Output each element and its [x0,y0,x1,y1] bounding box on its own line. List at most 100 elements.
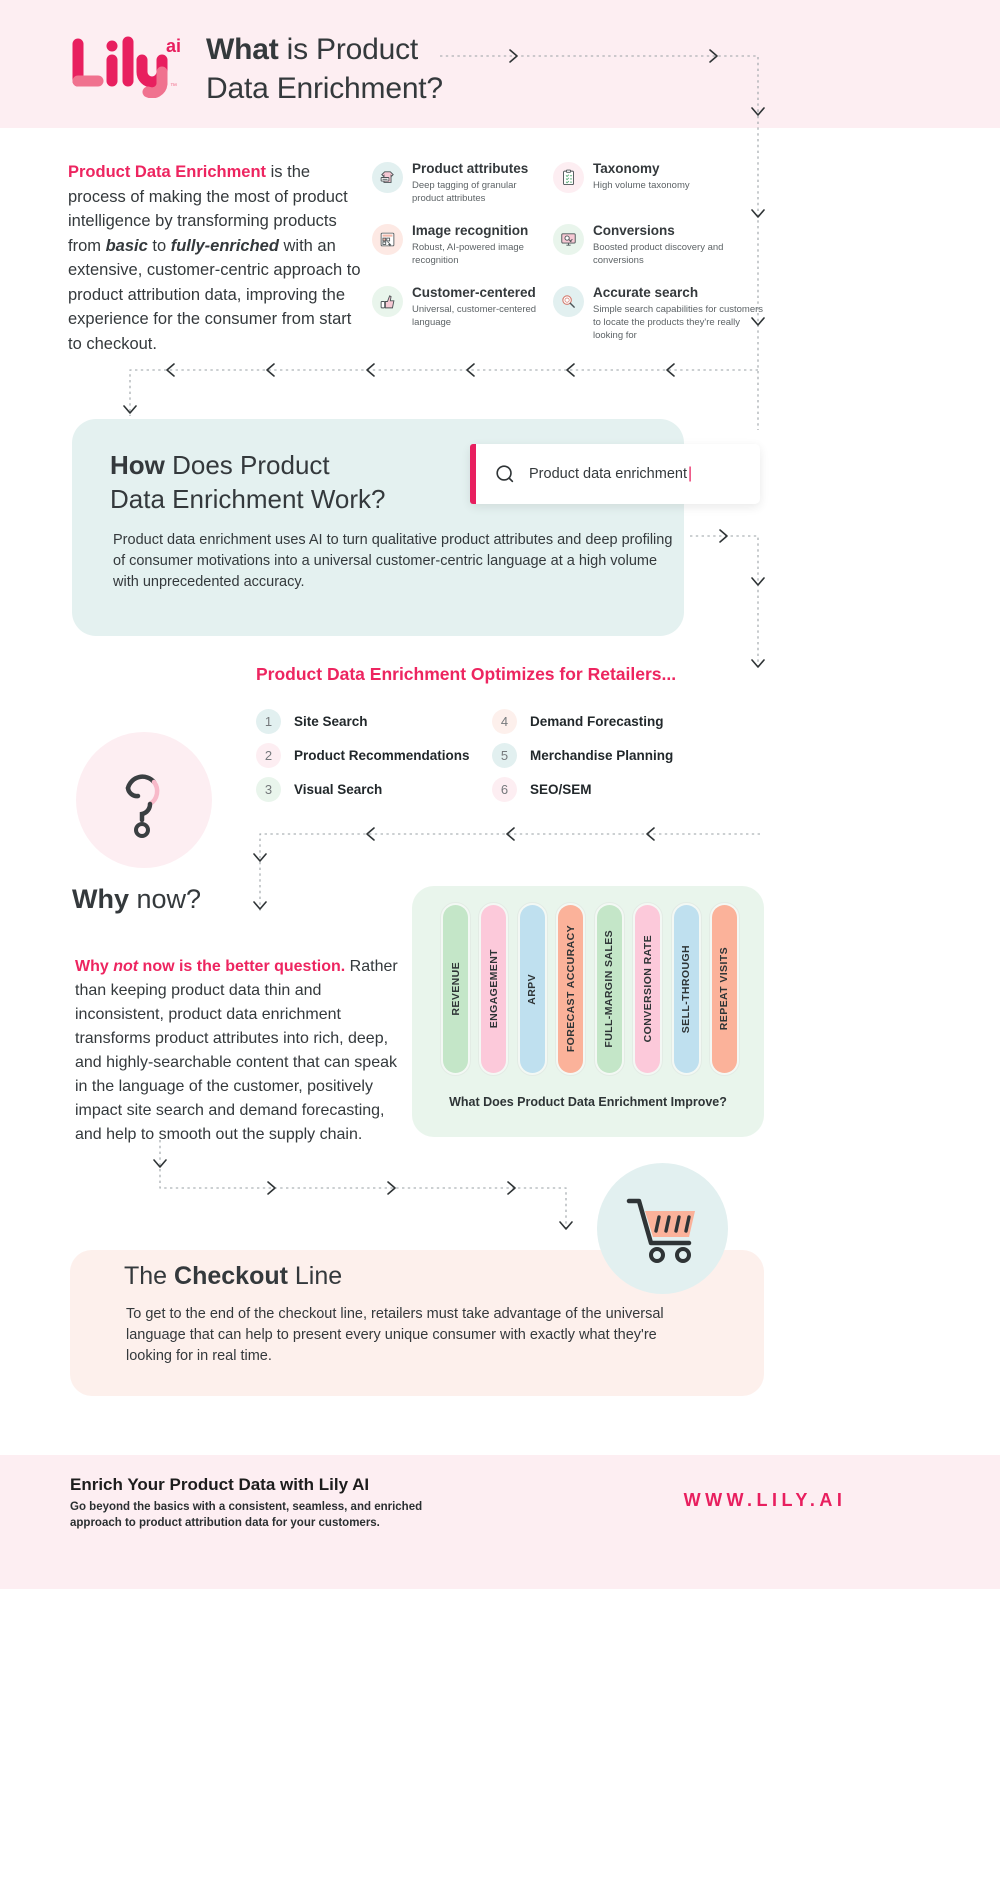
bar-slot: ARPV [516,902,548,1076]
search-input-value: Product data enrichment [529,466,687,482]
feature-accurate-search: Accurate search Simple search capabiliti… [553,284,768,342]
bar-label: SELL-THROUGH [680,944,693,1034]
feature-title: Accurate search [593,285,699,300]
feature-conversions: Conversions Boosted product discovery an… [553,222,768,268]
feature-desc: High volume taxonomy [593,180,690,191]
feature-image-recognition: Image recognition Robust, AI-powered ima… [372,222,548,268]
checkout-body: To get to the end of the checkout line, … [126,1306,664,1364]
list-item: 4 Demand Forecasting [492,704,752,738]
optimizes-title: Product Data Enrichment Optimizes for Re… [256,664,776,685]
feature-title: Image recognition [412,223,529,238]
feature-desc: Robust, AI-powered image recognition [412,242,524,266]
intro-p2: to [147,236,171,255]
question-bubble [76,732,212,868]
list-number: 2 [256,742,281,768]
question-mark-icon [125,774,160,838]
bar-label: FULL-MARGIN SALES [603,930,616,1048]
bar-label: FORECAST ACCURACY [564,925,577,1053]
feature-desc: Boosted product discovery and conversion… [593,242,724,266]
infographic-page: ai ™ What is Product Data Enrichment? Pr… [0,0,1000,1889]
feature-title: Customer-centered [412,285,536,300]
list-item: 1 Site Search [256,704,506,738]
feature-taxonomy: Taxonomy High volume taxonomy [553,160,768,206]
list-label: Demand Forecasting [530,713,664,729]
list-item: 3 Visual Search [256,772,506,806]
bar-label: REVENUE [449,962,462,1016]
magnifier-icon [553,286,584,317]
list-label: SEO/SEM [530,781,592,797]
feature-desc: Deep tagging of granular product attribu… [412,180,517,204]
how-body: Product data enrichment uses AI to turn … [113,532,673,590]
improvement-bars: REVENUE ENGAGEMENT ARPV FORECAST ACCURAC… [440,902,740,1076]
bar-label: ARPV [526,973,539,1005]
list-number: 4 [492,708,517,734]
page-title: What is Product Data Enrichment? [206,30,626,108]
how-title: How Does Product Data Enrichment Work? [110,448,470,516]
checkout-title-pre: The [124,1262,175,1290]
footer-url-link[interactable]: WWW.LILY.AI [600,1490,930,1511]
list-label: Visual Search [294,781,383,797]
why-lead-b: now is the better question. [138,958,346,975]
feature-customer-centered: Customer-centered Universal, customer-ce… [372,284,548,330]
bar-label: ENGAGEMENT [487,949,500,1029]
optimizes-title-post: for Retailers... [554,664,677,684]
why-lead-a: Why [75,958,114,975]
intro-highlight: Product Data Enrichment [68,163,267,181]
list-number: 5 [492,742,517,768]
optimizes-list-column-2: 4 Demand Forecasting 5 Merchandise Plann… [492,704,752,806]
list-number: 6 [492,776,517,802]
feature-product-attributes: Product attributes Deep tagging of granu… [372,160,548,206]
intro-em-basic: basic [105,236,148,255]
bar-slot: FULL-MARGIN SALES [593,902,625,1076]
list-label: Merchandise Planning [530,747,674,763]
image-grid-icon [372,224,403,255]
checkout-title-post: Line [287,1262,343,1290]
feature-column-left: Product attributes Deep tagging of granu… [372,160,548,346]
bar-slot: REPEAT VISITS [708,902,740,1076]
page-title-line2: Data Enrichment? [206,72,443,105]
svg-text:ai: ai [166,36,181,56]
list-number: 3 [256,776,281,802]
chart-caption: What Does Product Data Enrichment Improv… [449,1095,727,1109]
intro-em-enriched: fully-enriched [170,236,279,255]
intro-paragraph: Product Data Enrichment is the process o… [68,160,368,356]
footer-title: Enrich Your Product Data with Lily AI [70,1475,370,1494]
list-item: 5 Merchandise Planning [492,738,752,772]
feature-desc: Simple search capabilities for customers… [593,304,764,341]
cart-bubble [597,1163,728,1294]
header-band: ai ™ What is Product Data Enrichment? [0,0,1000,128]
bar-slot: ENGAGEMENT [478,902,510,1076]
footer-subtitle: Go beyond the basics with a consistent, … [70,1501,423,1529]
page-title-rest: is Product [278,33,419,66]
bar-slot: FORECAST ACCURACY [555,902,587,1076]
search-icon [494,463,516,485]
list-label: Product Recommendations [294,747,470,763]
why-body-text: Rather than keeping product data thin an… [75,958,398,1143]
feature-desc: Universal, customer-centered language [412,304,537,328]
why-lead-em: not [113,958,139,975]
connector-how-right [690,529,765,670]
shopping-cart-icon [626,1198,695,1263]
svg-text:™: ™ [170,83,177,90]
why-now-body: Why not now is the better question. Rath… [75,955,405,1147]
why-now-title: Why now? [72,884,201,915]
checkout-title-bold: Checkout [174,1262,288,1290]
monitor-cursor-icon [553,224,584,255]
why-title-bold: Why [72,884,129,914]
bar-slot: REVENUE [440,902,471,1076]
connector-bottom-to-checkout [153,1140,573,1232]
bar-label: REPEAT VISITS [718,947,731,1031]
optimizes-title-accent: Optimizes [470,664,555,684]
optimizes-list-column-1: 1 Site Search 2 Product Recommendations … [256,704,506,806]
connector-row-leftward [123,363,758,416]
clipboard-checklist-icon [553,162,584,193]
bar-label: CONVERSION RATE [641,935,654,1043]
optimizes-title-pre: Product Data Enrichment [256,664,471,684]
search-input[interactable]: Product data enrichment | [470,444,760,504]
list-number: 1 [256,708,281,734]
feature-title: Conversions [593,223,675,238]
bar-slot: SELL-THROUGH [670,902,702,1076]
list-item: 6 SEO/SEM [492,772,752,806]
feature-column-right: Taxonomy High volume taxonomy Conversion… [553,160,768,358]
feature-title: Product attributes [412,161,529,176]
